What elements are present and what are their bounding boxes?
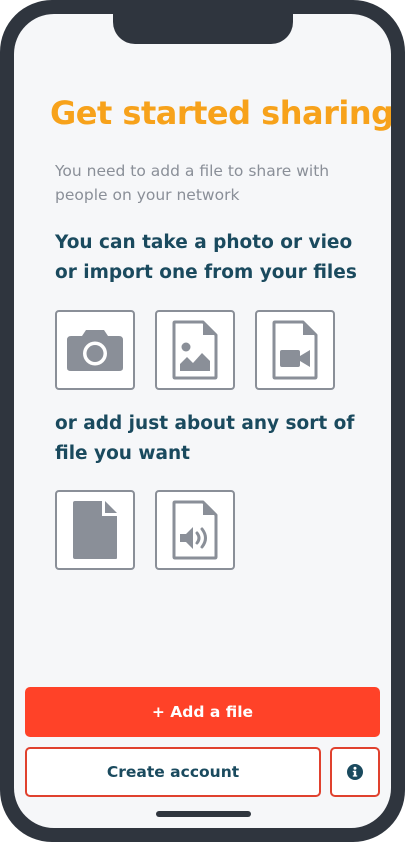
info-button[interactable] [330, 747, 380, 797]
add-file-button[interactable]: + Add a file [25, 687, 380, 737]
create-account-label: Create account [106, 763, 240, 781]
import-image-button[interactable] [155, 310, 235, 390]
import-video-button[interactable] [255, 310, 335, 390]
device-notch [113, 14, 293, 44]
create-account-button[interactable]: Create account [25, 747, 321, 797]
home-indicator [156, 811, 251, 817]
media-heading: You can take a photo or vieo or import o… [55, 232, 357, 283]
video-file-icon [272, 320, 318, 380]
audio-file-icon [172, 500, 218, 560]
camera-icon [67, 330, 123, 371]
info-icon [347, 764, 363, 780]
add-audio-button[interactable] [155, 490, 235, 570]
image-file-icon [172, 320, 218, 380]
take-photo-button[interactable] [55, 310, 135, 390]
add-file-label: + Add a file [151, 703, 254, 721]
page-title: Get started sharing [50, 94, 391, 132]
add-document-button[interactable] [55, 490, 135, 570]
page-subtitle: You need to add a file to share with peo… [55, 162, 330, 204]
other-heading: or add just about any sort of file you w… [55, 413, 355, 464]
document-icon [73, 501, 117, 559]
app-screen: Get started sharing You need to add a fi… [14, 14, 391, 828]
phone-frame: Get started sharing You need to add a fi… [0, 0, 405, 842]
